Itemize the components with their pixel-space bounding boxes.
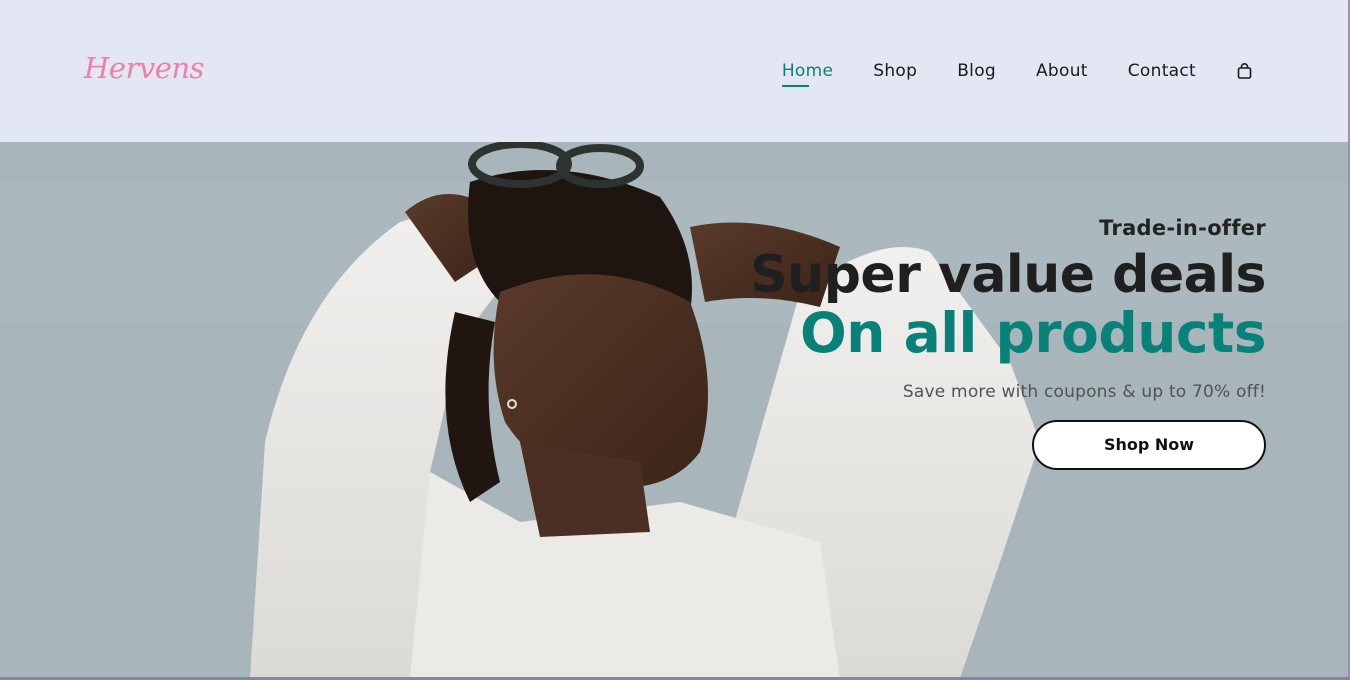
hero-subtext: Save more with coupons & up to 70% off! (902, 382, 1266, 402)
hero-headline-accent: On all products (800, 301, 1266, 365)
nav-item-contact[interactable]: Contact (1128, 61, 1196, 81)
logo-text: Hervens (84, 50, 204, 85)
site-header: Hervens · · · · Home Shop Blog About Con… (0, 0, 1350, 142)
main-nav: Home Shop Blog About Contact (781, 61, 1252, 87)
hero-banner: Trade-in-offer Super value deals On all … (0, 142, 1350, 678)
shopping-bag-icon[interactable] (1236, 62, 1252, 80)
hero-headline: Super value deals (750, 245, 1266, 305)
logo[interactable]: Hervens · · · · (84, 50, 204, 89)
shop-now-button[interactable]: Shop Now (1032, 420, 1266, 470)
hero-eyebrow: Trade-in-offer (1099, 216, 1266, 240)
nav-item-shop[interactable]: Shop (873, 61, 917, 81)
nav-item-blog[interactable]: Blog (957, 61, 996, 81)
nav-item-about[interactable]: About (1036, 61, 1088, 81)
logo-tagline-mark: · · · · (120, 82, 135, 89)
hero-content: Trade-in-offer Super value deals On all … (706, 216, 1267, 470)
nav-item-home[interactable]: Home (781, 61, 833, 87)
